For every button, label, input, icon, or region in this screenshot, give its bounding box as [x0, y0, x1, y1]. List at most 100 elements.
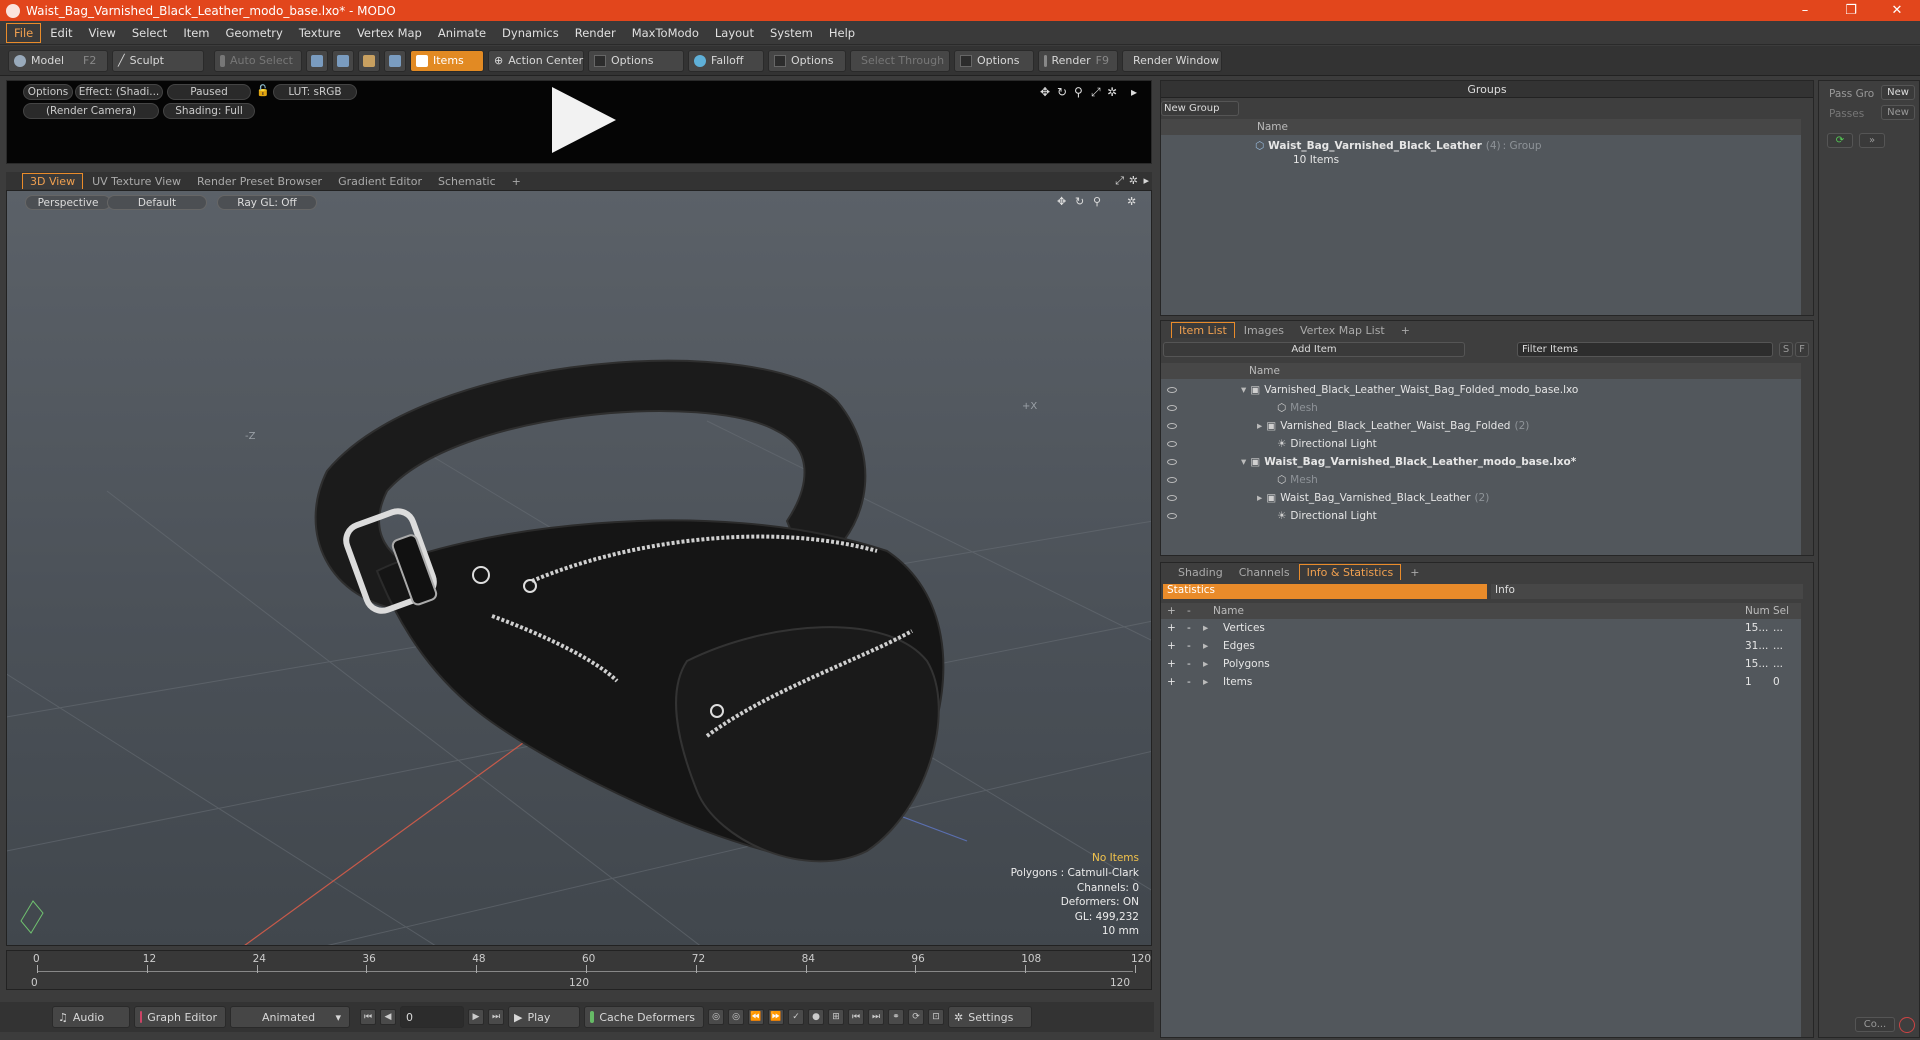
falloff-options-button[interactable]: Options	[768, 49, 846, 72]
materials-mode-button[interactable]	[384, 49, 406, 72]
jump-end-icon[interactable]: ⏭	[868, 1009, 884, 1025]
timeline[interactable]: 0 12 24 36 48 60 72 84 96 108 120 0 120 120	[6, 950, 1152, 990]
tab-add[interactable]: +	[1394, 323, 1417, 338]
item-list-tree[interactable]: Name ▾ ▣ Varnished_Black_Leather_Waist_Bag…	[1161, 363, 1801, 555]
key-all-icon[interactable]: ⊞	[828, 1009, 844, 1025]
visibility-eye-icon[interactable]	[1167, 405, 1177, 411]
item-list-row[interactable]: ▾ ▣ Waist_Bag_Varnished_Black_Leather_modo…	[1241, 453, 1576, 471]
tab-images[interactable]: Images	[1237, 323, 1291, 338]
first-frame-icon[interactable]: ⏮	[360, 1009, 376, 1025]
visibility-eye-icon[interactable]	[1167, 477, 1177, 483]
filter-items-input[interactable]: Filter Items	[1517, 342, 1773, 357]
info-subtab[interactable]: Info	[1491, 584, 1803, 599]
expand-all-icon[interactable]: +	[1167, 605, 1176, 617]
cache-deformers-button[interactable]: Cache Deformers	[584, 1006, 704, 1028]
key-icon[interactable]: ◎	[708, 1009, 724, 1025]
visibility-eye-icon[interactable]	[1167, 387, 1177, 393]
menu-select[interactable]: Select	[125, 24, 174, 42]
channel-icon[interactable]: ⊡	[928, 1009, 944, 1025]
play-button[interactable]: ▶ Play	[508, 1006, 580, 1028]
next-keyframe-icon[interactable]: ⏩	[768, 1009, 784, 1025]
render-camera-dropdown[interactable]: (Render Camera)	[23, 103, 159, 119]
tab-add[interactable]: +	[1403, 565, 1426, 580]
link-icon[interactable]: ⚭	[888, 1009, 904, 1025]
settings-button[interactable]: ✲ Settings	[948, 1006, 1032, 1028]
menu-dynamics[interactable]: Dynamics	[495, 24, 566, 42]
collapse-arrow-icon[interactable]: ▾	[1241, 456, 1246, 468]
viewport-arrow-icon[interactable]: ▸	[1143, 174, 1149, 187]
menu-item[interactable]: Item	[176, 24, 216, 42]
new-pass-button[interactable]: New	[1881, 105, 1915, 120]
add-tab-button[interactable]: +	[505, 174, 528, 189]
minimize-button[interactable]: –	[1782, 3, 1828, 18]
prev-key-icon[interactable]: ◀	[380, 1009, 396, 1025]
visibility-eye-icon[interactable]	[1167, 459, 1177, 465]
co-button[interactable]: Co...	[1855, 1017, 1895, 1032]
lock-icon[interactable]: 🔓	[256, 84, 270, 97]
menu-geometry[interactable]: Geometry	[219, 24, 290, 42]
tab-schematic[interactable]: Schematic	[431, 174, 503, 189]
add-icon[interactable]: +	[1167, 658, 1176, 670]
tab-render-preset-browser[interactable]: Render Preset Browser	[190, 174, 329, 189]
groups-list[interactable]: Name ⬡ Waist_Bag_Varnished_Black_Leather…	[1161, 119, 1801, 315]
item-list-row[interactable]: ⬡ Mesh	[1273, 399, 1318, 417]
menu-edit[interactable]: Edit	[43, 24, 79, 42]
model-mode-button[interactable]: Model F2	[8, 49, 108, 72]
tab-item-list[interactable]: Item List	[1171, 322, 1235, 338]
action-center-options-button[interactable]: Options	[588, 49, 684, 72]
sync-icon[interactable]: ⟳	[908, 1009, 924, 1025]
preview-paused-button[interactable]: Paused	[167, 84, 251, 100]
stats-row[interactable]: + - ▸ Edges 31......	[1161, 637, 1801, 655]
menu-system[interactable]: System	[763, 24, 820, 42]
expand-arrow-icon[interactable]: ▸	[1257, 492, 1262, 504]
close-button[interactable]: ✕	[1874, 3, 1920, 18]
expand-arrow-icon[interactable]: ▸	[1203, 622, 1208, 634]
collapse-arrow-icon[interactable]: ▾	[1241, 384, 1246, 396]
prev-keyframe-icon[interactable]: ⏪	[748, 1009, 764, 1025]
item-list-row[interactable]: ▾ ▣ Varnished_Black_Leather_Waist_Bag_Fold…	[1241, 381, 1578, 399]
vertices-mode-button[interactable]	[306, 49, 328, 72]
collapse-all-icon[interactable]: -	[1187, 605, 1191, 617]
visibility-eye-icon[interactable]	[1167, 513, 1177, 519]
preview-effect-dropdown[interactable]: Effect: (Shadi...	[75, 84, 163, 100]
key-toggle-icon[interactable]: ✓	[788, 1009, 804, 1025]
stats-row[interactable]: + - ▸ Items 1 0	[1161, 673, 1801, 691]
remove-icon[interactable]: -	[1187, 658, 1191, 670]
menu-layout[interactable]: Layout	[708, 24, 761, 42]
item-list-row[interactable]: ▸ ▣ Varnished_Black_Leather_Waist_Bag_Fold…	[1257, 417, 1529, 435]
expand-arrow-icon[interactable]: ▸	[1203, 658, 1208, 670]
remove-icon[interactable]: -	[1187, 640, 1191, 652]
add-icon[interactable]: +	[1167, 622, 1176, 634]
edges-mode-button[interactable]	[332, 49, 354, 72]
lut-dropdown[interactable]: LUT: sRGB	[273, 84, 357, 100]
settings-gear-icon[interactable]: ✲	[1107, 85, 1117, 99]
visibility-eye-icon[interactable]	[1167, 423, 1177, 429]
remove-icon[interactable]: -	[1187, 676, 1191, 688]
menu-file[interactable]: File	[6, 22, 42, 43]
select-through-button[interactable]: Select Through	[850, 49, 950, 72]
item-list-row[interactable]: ☀ Directional Light	[1273, 435, 1377, 453]
animated-dropdown[interactable]: Animated ▾	[230, 1006, 350, 1028]
tab-uv-texture-view[interactable]: UV Texture View	[85, 174, 188, 189]
zoom-icon[interactable]: ⚲	[1074, 85, 1083, 99]
s-button[interactable]: S	[1779, 342, 1793, 357]
play-icon[interactable]	[552, 87, 616, 153]
tab-vertex-map-list[interactable]: Vertex Map List	[1293, 323, 1392, 338]
next-key-icon[interactable]: ▶	[468, 1009, 484, 1025]
viewport-maximize-icon[interactable]: ⤢	[1115, 174, 1124, 188]
action-center-button[interactable]: ⊕ Action Center	[488, 49, 584, 72]
render-window-button[interactable]: Render Window	[1122, 49, 1222, 72]
refresh-icon[interactable]: ⟳	[1827, 133, 1853, 148]
menu-help[interactable]: Help	[822, 24, 862, 42]
new-pass-group-button[interactable]: New	[1881, 85, 1915, 100]
last-frame-icon[interactable]: ⏭	[488, 1009, 504, 1025]
3d-viewport[interactable]: Perspective Default Ray GL: Off ✥ ↻ ⚲ ✲	[6, 190, 1152, 946]
stats-row[interactable]: + - ▸ Polygons 15......	[1161, 655, 1801, 673]
menu-texture[interactable]: Texture	[292, 24, 348, 42]
menu-render[interactable]: Render	[568, 24, 623, 42]
statistics-subtab[interactable]: Statistics	[1163, 584, 1487, 599]
expand-arrow-icon[interactable]: ▸	[1203, 640, 1208, 652]
menu-animate[interactable]: Animate	[431, 24, 493, 42]
preview-options-button[interactable]: Options	[23, 84, 73, 100]
add-icon[interactable]: +	[1167, 640, 1176, 652]
